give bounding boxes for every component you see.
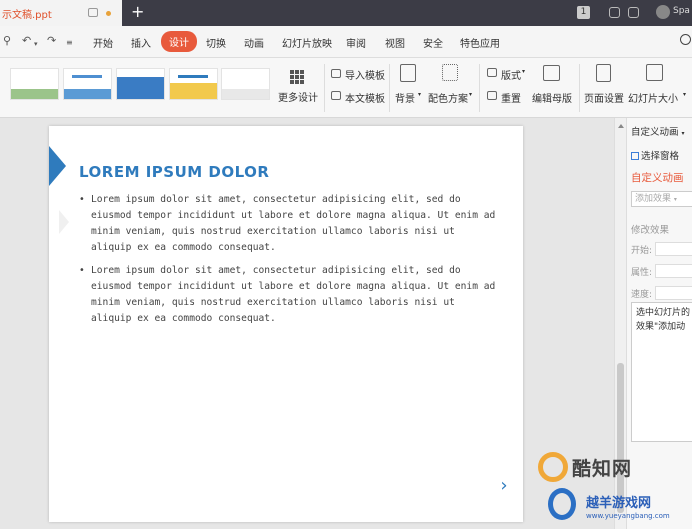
watermark-url: www.yueyangbang.com — [586, 512, 670, 520]
watermark-kuzhi: 酷知网 — [538, 452, 632, 482]
window-count-badge[interactable]: 1 — [577, 6, 590, 19]
reset-icon[interactable] — [487, 91, 497, 100]
page-setup-button[interactable]: 页面设置 — [584, 90, 624, 105]
tab-animations[interactable]: 动画 — [244, 35, 264, 50]
layout-dropdown-icon[interactable]: ▾ — [522, 68, 525, 75]
slide-size-dropdown-icon[interactable]: ▾ — [683, 91, 686, 98]
tab-view[interactable]: 视图 — [385, 35, 405, 50]
color-scheme-dropdown-icon[interactable]: ▾ — [469, 91, 472, 98]
design-template-thumbnail[interactable] — [116, 68, 165, 100]
user-name[interactable]: Spa — [673, 6, 690, 16]
background-icon[interactable] — [400, 64, 416, 82]
undo-dropdown-icon[interactable]: ▾ — [34, 37, 38, 51]
pane-header[interactable]: 自定义动画 ▾ — [631, 124, 685, 138]
design-template-thumbnail[interactable] — [221, 68, 270, 100]
color-scheme-button[interactable]: 配色方案 — [428, 90, 468, 105]
more-designs-grid-icon[interactable] — [290, 70, 304, 84]
slide-title-arrow-shape — [49, 146, 66, 186]
select-pane-icon — [631, 152, 639, 160]
import-template-button[interactable]: 导入模板 — [345, 67, 385, 82]
page-setup-icon[interactable] — [596, 64, 611, 82]
avatar[interactable] — [656, 5, 670, 19]
watermark-brand: 越羊游戏网 — [586, 496, 652, 511]
animation-hint-text: 效果"添加动 — [636, 322, 686, 332]
select-pane-button[interactable]: 选择窗格 — [631, 148, 679, 162]
speed-label: 速度: — [631, 290, 653, 300]
current-slide[interactable]: LOREM IPSUM DOLOR Lorem ipsum dolor sit … — [49, 126, 523, 522]
skin-icon[interactable] — [609, 7, 620, 18]
start-select[interactable] — [655, 242, 692, 256]
color-scheme-icon[interactable] — [442, 64, 458, 81]
redo-icon[interactable]: ↷ — [47, 34, 56, 48]
scroll-up-icon[interactable] — [618, 124, 624, 128]
tab-home[interactable]: 开始 — [93, 35, 113, 50]
document-tab[interactable]: 示文稿.ppt — [0, 0, 122, 26]
slide-decor-arrow-shape — [59, 210, 69, 234]
add-effect-button[interactable]: 添加效果 ▾ — [631, 191, 692, 207]
background-dropdown-icon[interactable]: ▾ — [418, 91, 421, 98]
start-label: 开始: — [631, 246, 653, 256]
design-ribbon: 更多设计 导入模板 本文模板 背景 ▾ 配色方案 ▾ 版式 ▾ 重置 编辑母版 … — [0, 58, 692, 118]
slide-size-button[interactable]: 幻灯片大小 — [628, 90, 678, 105]
slide-size-icon[interactable] — [646, 64, 663, 81]
pane-title: 自定义动画 — [631, 172, 684, 184]
title-bar: 示文稿.ppt + 1 Spa — [0, 0, 692, 26]
new-tab-plus-icon[interactable]: + — [131, 3, 144, 21]
tab-slideshow[interactable]: 幻灯片放映 — [282, 35, 332, 50]
design-template-thumbnail[interactable] — [10, 68, 59, 100]
menu-bar: ⚲ ↶ ▾ ↷ ≡ 开始 插入 设计 切换 动画 幻灯片放映 审阅 视图 安全 … — [0, 26, 692, 58]
tab-design[interactable]: 设计 — [161, 31, 197, 52]
custom-animation-pane: 自定义动画 ▾ 选择窗格 自定义动画 添加效果 ▾ 修改效果 开始: 属性: 速… — [626, 118, 692, 529]
import-template-icon[interactable] — [331, 69, 341, 78]
cloud-icon[interactable] — [628, 7, 639, 18]
slide-bullet-list[interactable]: Lorem ipsum dolor sit amet, consectetur … — [79, 192, 499, 334]
tab-review[interactable]: 审阅 — [346, 35, 366, 50]
slide-bullet: Lorem ipsum dolor sit amet, consectetur … — [79, 192, 499, 256]
modify-effect-label: 修改效果 — [631, 225, 670, 236]
yueyang-logo-icon — [548, 488, 576, 520]
tab-insert[interactable]: 插入 — [131, 35, 151, 50]
slide-title[interactable]: LOREM IPSUM DOLOR — [79, 163, 269, 181]
layout-icon[interactable] — [487, 68, 497, 77]
tab-features[interactable]: 特色应用 — [460, 35, 500, 50]
design-template-thumbnail[interactable] — [63, 68, 112, 100]
ribbon-separator — [389, 64, 390, 112]
tab-transitions[interactable]: 切换 — [206, 35, 226, 50]
watermark-yueyang: 越羊游戏网 www.yueyangbang.com — [540, 486, 692, 529]
animation-hint-text: 选中幻灯片的 — [636, 308, 691, 318]
property-select[interactable] — [655, 264, 692, 278]
this-doc-template-button[interactable]: 本文模板 — [345, 90, 385, 105]
document-tab-name: 示文稿.ppt — [2, 9, 52, 21]
speed-select[interactable] — [655, 286, 692, 300]
reset-button[interactable]: 重置 — [501, 90, 521, 105]
slide-editing-area: LOREM IPSUM DOLOR Lorem ipsum dolor sit … — [0, 118, 614, 529]
watermark-brand: 酷知网 — [572, 457, 633, 480]
layout-button[interactable]: 版式 — [501, 67, 521, 82]
kuzhi-logo-icon — [538, 452, 568, 482]
background-button[interactable]: 背景 — [395, 90, 415, 105]
next-slide-chevron-icon[interactable]: › — [494, 476, 514, 496]
more-designs-button[interactable]: 更多设计 — [278, 89, 318, 104]
print-preview-icon[interactable]: ⚲ — [3, 34, 11, 48]
slide-bullet: Lorem ipsum dolor sit amet, consectetur … — [79, 263, 499, 327]
animation-list[interactable]: 选中幻灯片的 效果"添加动 — [631, 302, 692, 442]
ribbon-separator — [579, 64, 580, 112]
unsaved-dot-icon — [106, 11, 111, 16]
this-doc-template-icon[interactable] — [331, 91, 341, 100]
undo-icon[interactable]: ↶ — [22, 34, 31, 48]
search-icon[interactable] — [680, 34, 691, 45]
design-template-thumbnail[interactable] — [169, 68, 218, 100]
edit-master-button[interactable]: 编辑母版 — [532, 90, 572, 105]
monitor-icon[interactable] — [88, 8, 98, 17]
tab-security[interactable]: 安全 — [423, 35, 443, 50]
ribbon-separator — [324, 64, 325, 112]
edit-master-icon[interactable] — [543, 65, 560, 81]
property-label: 属性: — [631, 268, 653, 278]
customize-toolbar-icon[interactable]: ≡ — [66, 36, 73, 50]
ribbon-separator — [479, 64, 480, 112]
